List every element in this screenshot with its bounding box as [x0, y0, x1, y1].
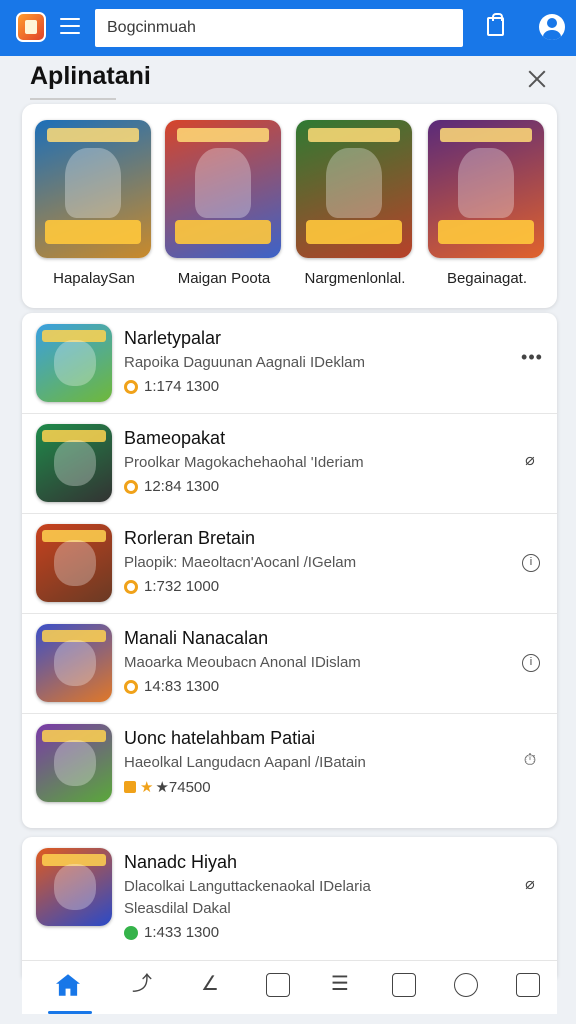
- list-icon[interactable]: ☰: [328, 973, 352, 997]
- app-title: Manali Nanacalan: [124, 628, 269, 648]
- store-icon[interactable]: [266, 973, 290, 997]
- info-icon[interactable]: i: [522, 554, 540, 572]
- app-subtitle: Haeolkal Langudacn Aapanl /IBatain: [124, 754, 366, 771]
- app-meta-text: 14:83 1300: [144, 678, 220, 695]
- app-meta-text: 1:732 1000: [144, 578, 220, 595]
- pin-icon[interactable]: ⌀: [520, 876, 540, 896]
- active-tab-indicator: [48, 1011, 92, 1014]
- app-meta: 1:433 1300: [124, 924, 219, 941]
- chart-icon[interactable]: [392, 973, 416, 997]
- app-list-item[interactable]: Manali Nanacalan Maoarka Meoubacn Anonal …: [22, 614, 557, 714]
- app-meta-text: 12:84 1300: [144, 478, 220, 495]
- more-icon[interactable]: •••: [518, 348, 546, 368]
- app-icon: [36, 324, 112, 402]
- person-icon[interactable]: [454, 973, 478, 997]
- bag-icon[interactable]: [487, 13, 504, 36]
- app-meta: 14:83 1300: [124, 678, 219, 695]
- app-title: Bameopakat: [124, 428, 226, 448]
- app-subtitle: Plaopik: Maeoltacn'Aocanl /IGelam: [124, 554, 357, 571]
- app-meta: 1:732 1000: [124, 578, 219, 595]
- badge-icon: [124, 781, 136, 793]
- app-icon: [36, 724, 112, 802]
- close-icon[interactable]: [526, 68, 548, 90]
- featured-app-label: Maigan Poota: [177, 270, 271, 287]
- app-subtitle: Maoarka Meoubacn Anonal IDislam: [124, 654, 361, 671]
- app-list-item[interactable]: Uonc hatelahbam Patiai Haeolkal Langudacn…: [22, 714, 557, 814]
- rating-icon: [124, 479, 138, 494]
- featured-app-artwork: [165, 120, 281, 258]
- app-list-item[interactable]: Nanadc Hiyah Dlacolkai Languttackenaokal …: [22, 838, 557, 941]
- info-icon[interactable]: i: [522, 654, 540, 672]
- timer-icon[interactable]: ⏱: [520, 752, 540, 772]
- bottom-navigation: ⤴ ∠ ☰: [22, 960, 557, 1014]
- app-logo-icon[interactable]: [16, 12, 46, 42]
- profile-icon[interactable]: [539, 14, 565, 40]
- app-subtitle: Proolkar Magokachehaohal 'Ideriam: [124, 454, 364, 471]
- app-meta: 1:174 1300: [124, 378, 219, 395]
- rating-icon: [124, 679, 138, 694]
- app-icon: [36, 424, 112, 502]
- app-subtitle: Dlacolkai Languttackenaokal IDelaria: [124, 878, 371, 895]
- featured-app[interactable]: HapalaySan: [35, 120, 153, 292]
- app-icon: [36, 624, 112, 702]
- top-app-bar: [0, 0, 576, 56]
- app-meta-text: 1:433 1300: [144, 924, 220, 941]
- app-meta-text: 1:174 1300: [144, 378, 220, 395]
- rating-icon: [124, 379, 138, 394]
- title-underline: [30, 98, 116, 100]
- featured-app[interactable]: Nargmenlonlal.: [296, 120, 414, 292]
- app-subtitle-secondary: Sleasdilal Dakal: [124, 900, 231, 917]
- star-icon: ★: [140, 779, 154, 796]
- link-icon[interactable]: ⤴: [130, 973, 154, 997]
- featured-app-label: Nargmenlonlal.: [304, 270, 406, 287]
- pin-icon[interactable]: ⌀: [520, 452, 540, 472]
- app-meta-text: ★74500: [155, 779, 211, 796]
- app-title: Rorleran Bretain: [124, 528, 256, 548]
- home-icon[interactable]: [56, 974, 80, 996]
- featured-app-artwork: [296, 120, 412, 258]
- app-subtitle: Rapoika Daguunan Aagnali IDeklam: [124, 354, 365, 371]
- page-title: Aplinatani: [30, 62, 151, 90]
- shape-icon[interactable]: ∠: [198, 973, 222, 997]
- app-list-item[interactable]: Rorleran Bretain Plaopik: Maeoltacn'Aocan…: [22, 514, 557, 614]
- menu-icon[interactable]: [60, 18, 80, 34]
- featured-app[interactable]: Maigan Poota: [165, 120, 283, 292]
- app-icon: [36, 848, 112, 926]
- featured-app-artwork: [35, 120, 151, 258]
- featured-app-label: HapalaySan: [53, 270, 135, 287]
- search-input[interactable]: [95, 9, 463, 47]
- app-title: Uonc hatelahbam Patiai: [124, 728, 316, 748]
- app-list-item[interactable]: Narletypalar Rapoika Daguunan Aagnali IDe…: [22, 314, 557, 414]
- app-title: Nanadc Hiyah: [124, 852, 238, 872]
- app-title: Narletypalar: [124, 328, 222, 348]
- app-meta: 12:84 1300: [124, 478, 219, 495]
- app-list-item[interactable]: Bameopakat Proolkar Magokachehaohal 'Ider…: [22, 414, 557, 514]
- app-meta: ★ ★74500: [124, 778, 211, 796]
- rating-icon: [124, 925, 138, 940]
- app-icon: [36, 524, 112, 602]
- featured-app[interactable]: Begainagat.: [428, 120, 546, 292]
- featured-app-label: Begainagat.: [446, 270, 528, 287]
- featured-app-artwork: [428, 120, 544, 258]
- puzzle-icon[interactable]: [516, 973, 540, 997]
- rating-icon: [124, 579, 138, 594]
